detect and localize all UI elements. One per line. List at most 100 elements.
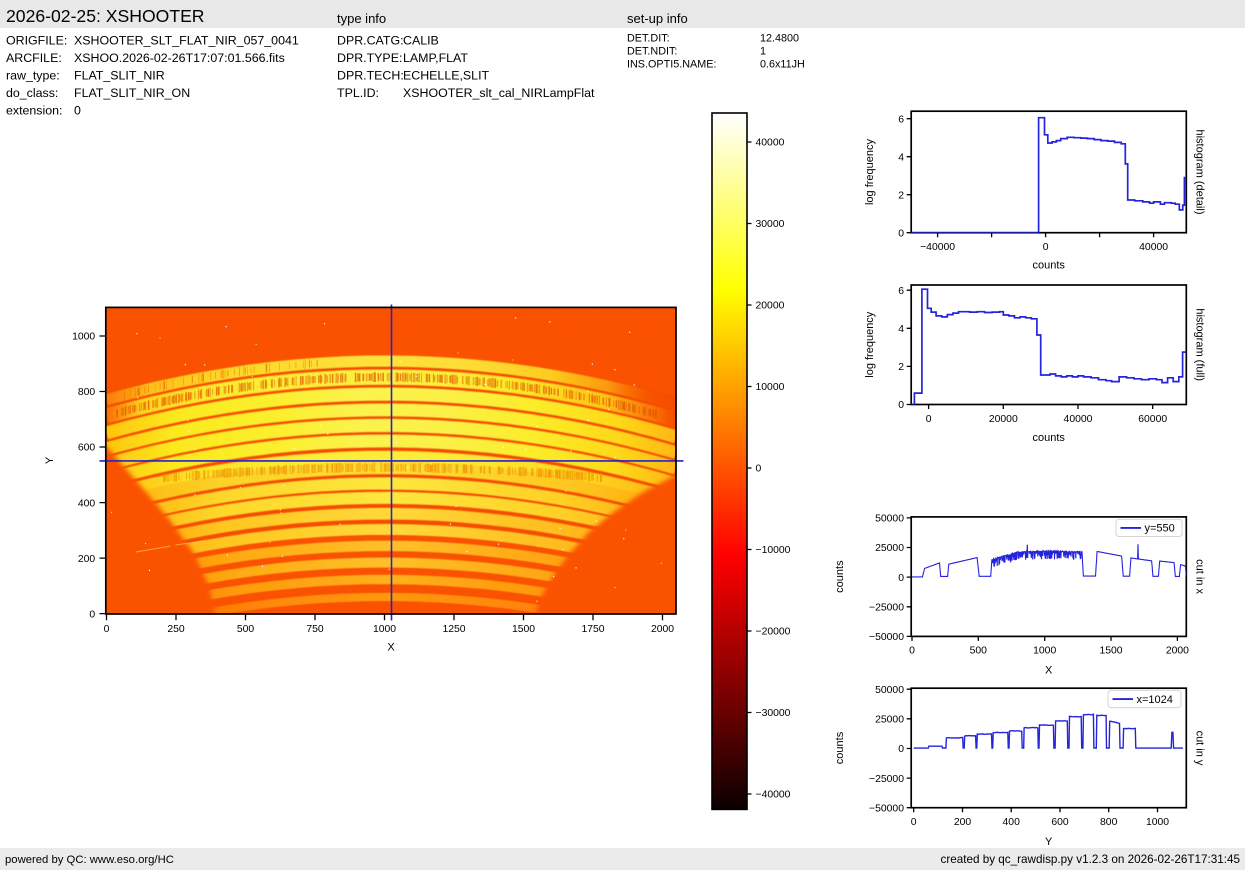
svg-text:6: 6 <box>898 286 904 297</box>
svg-text:20000: 20000 <box>989 414 1018 425</box>
svg-text:0: 0 <box>911 817 917 828</box>
svg-text:2: 2 <box>898 190 904 201</box>
svg-text:0: 0 <box>926 414 932 425</box>
svg-text:20000: 20000 <box>756 301 785 312</box>
svg-text:0: 0 <box>898 573 904 584</box>
svg-text:DET.NDIT:: DET.NDIT: <box>627 46 677 58</box>
svg-text:0: 0 <box>898 744 904 755</box>
svg-text:do_class:: do_class: <box>6 86 58 100</box>
svg-text:25000: 25000 <box>875 543 904 554</box>
svg-text:40000: 40000 <box>756 138 785 149</box>
svg-text:type info: type info <box>337 11 386 26</box>
svg-text:0.6x11JH: 0.6x11JH <box>760 59 805 71</box>
svg-text:1250: 1250 <box>442 624 465 635</box>
svg-text:cut in y: cut in y <box>1194 731 1206 766</box>
svg-text:2000: 2000 <box>651 624 674 635</box>
svg-text:histogram (detail): histogram (detail) <box>1194 130 1206 215</box>
svg-text:2026-02-25: XSHOOTER: 2026-02-25: XSHOOTER <box>6 6 205 26</box>
svg-text:1750: 1750 <box>581 624 604 635</box>
svg-text:200: 200 <box>78 554 96 565</box>
svg-text:x=1024: x=1024 <box>1137 694 1173 706</box>
svg-text:4: 4 <box>898 152 904 163</box>
svg-text:60000: 60000 <box>1138 414 1167 425</box>
svg-text:50000: 50000 <box>875 685 904 696</box>
svg-text:0: 0 <box>756 464 762 475</box>
svg-text:TPL.ID:: TPL.ID: <box>337 86 379 100</box>
svg-text:1000: 1000 <box>1146 817 1169 828</box>
svg-text:DPR.TECH:: DPR.TECH: <box>337 69 404 83</box>
svg-text:6: 6 <box>898 114 904 125</box>
svg-text:raw_type:: raw_type: <box>6 69 60 83</box>
svg-text:500: 500 <box>970 646 988 657</box>
svg-text:DPR.TYPE:: DPR.TYPE: <box>337 51 402 65</box>
svg-text:FLAT_SLIT_NIR: FLAT_SLIT_NIR <box>74 69 165 83</box>
svg-text:ECHELLE,SLIT: ECHELLE,SLIT <box>403 69 490 83</box>
svg-text:0: 0 <box>104 624 110 635</box>
svg-text:extension:: extension: <box>6 104 62 118</box>
svg-text:counts: counts <box>834 731 846 764</box>
svg-text:1: 1 <box>760 46 766 58</box>
svg-text:0: 0 <box>74 104 81 118</box>
svg-text:X: X <box>387 642 395 654</box>
svg-text:25000: 25000 <box>875 715 904 726</box>
svg-text:counts: counts <box>1032 432 1065 444</box>
svg-text:0: 0 <box>1043 242 1049 253</box>
svg-text:FLAT_SLIT_NIR_ON: FLAT_SLIT_NIR_ON <box>74 86 190 100</box>
svg-text:XSHOO.2026-02-26T17:07:01.566.: XSHOO.2026-02-26T17:07:01.566.fits <box>74 51 285 65</box>
svg-text:−25000: −25000 <box>869 774 904 785</box>
svg-text:created by qc_rawdisp.py v1.2.: created by qc_rawdisp.py v1.2.3 on 2026-… <box>940 853 1240 866</box>
svg-text:2000: 2000 <box>1166 646 1189 657</box>
svg-text:−30000: −30000 <box>756 708 791 719</box>
svg-text:−20000: −20000 <box>756 627 791 638</box>
svg-text:counts: counts <box>1032 260 1065 272</box>
svg-text:−40000: −40000 <box>756 790 791 801</box>
svg-text:12.4800: 12.4800 <box>760 33 799 45</box>
svg-text:LAMP,FLAT: LAMP,FLAT <box>403 51 468 65</box>
svg-text:INS.OPTI5.NAME:: INS.OPTI5.NAME: <box>627 59 716 71</box>
svg-text:0: 0 <box>898 228 904 239</box>
svg-text:X: X <box>1045 665 1053 677</box>
svg-text:ORIGFILE:: ORIGFILE: <box>6 34 67 48</box>
svg-text:50000: 50000 <box>875 514 904 525</box>
svg-text:4: 4 <box>898 324 904 335</box>
svg-text:powered by QC: www.eso.org/HC: powered by QC: www.eso.org/HC <box>5 854 174 866</box>
svg-text:30000: 30000 <box>756 219 785 230</box>
svg-text:−10000: −10000 <box>756 545 791 556</box>
svg-text:800: 800 <box>1100 817 1118 828</box>
svg-text:600: 600 <box>78 443 96 454</box>
svg-text:1000: 1000 <box>72 332 95 343</box>
svg-text:750: 750 <box>306 624 324 635</box>
svg-text:counts: counts <box>834 560 846 593</box>
svg-text:1500: 1500 <box>512 624 535 635</box>
svg-text:500: 500 <box>237 624 255 635</box>
svg-text:1500: 1500 <box>1099 646 1122 657</box>
svg-text:200: 200 <box>954 817 972 828</box>
svg-text:0: 0 <box>909 646 915 657</box>
svg-text:1000: 1000 <box>1033 646 1056 657</box>
svg-text:40000: 40000 <box>1139 242 1168 253</box>
svg-text:2: 2 <box>898 362 904 373</box>
svg-text:−50000: −50000 <box>869 803 904 814</box>
svg-text:XSHOOTER_slt_cal_NIRLampFlat: XSHOOTER_slt_cal_NIRLampFlat <box>403 86 595 100</box>
svg-text:400: 400 <box>1003 817 1021 828</box>
svg-text:10000: 10000 <box>756 382 785 393</box>
svg-text:1000: 1000 <box>373 624 396 635</box>
svg-text:XSHOOTER_SLT_FLAT_NIR_057_0041: XSHOOTER_SLT_FLAT_NIR_057_0041 <box>74 34 299 48</box>
svg-text:ARCFILE:: ARCFILE: <box>6 51 62 65</box>
svg-text:log frequency: log frequency <box>864 311 876 378</box>
svg-text:−40000: −40000 <box>920 242 955 253</box>
svg-text:Y: Y <box>1045 836 1053 848</box>
svg-text:set-up info: set-up info <box>627 11 688 26</box>
svg-text:0: 0 <box>898 400 904 411</box>
svg-text:400: 400 <box>78 498 96 509</box>
svg-text:40000: 40000 <box>1064 414 1093 425</box>
svg-text:log frequency: log frequency <box>864 138 876 205</box>
svg-text:DPR.CATG:: DPR.CATG: <box>337 34 404 48</box>
svg-text:cut in x: cut in x <box>1194 559 1206 594</box>
svg-text:−50000: −50000 <box>869 632 904 643</box>
svg-text:histogram (full): histogram (full) <box>1194 308 1206 381</box>
svg-text:600: 600 <box>1051 817 1069 828</box>
svg-text:CALIB: CALIB <box>403 34 439 48</box>
svg-text:Y: Y <box>44 456 56 464</box>
svg-text:y=550: y=550 <box>1145 523 1175 535</box>
